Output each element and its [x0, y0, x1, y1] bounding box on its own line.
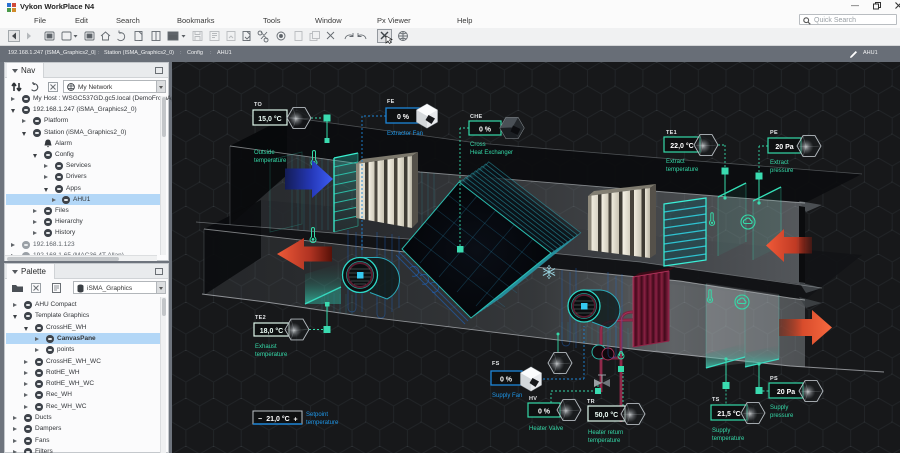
svg-text:21,0 °C: 21,0 °C [266, 415, 289, 423]
svg-text:PS: PS [770, 376, 778, 382]
svg-text:temperature: temperature [588, 438, 621, 444]
svg-text:temperature: temperature [712, 436, 745, 442]
svg-text:15,0 °C: 15,0 °C [258, 115, 281, 123]
svg-text:PE: PE [770, 130, 778, 136]
svg-text:Heater return: Heater return [588, 430, 623, 436]
svg-text:Supply: Supply [770, 405, 788, 411]
svg-text:Outside: Outside [254, 150, 275, 156]
svg-text:Extractor Fan: Extractor Fan [387, 131, 423, 137]
svg-text:TE1: TE1 [666, 130, 677, 136]
svg-text:Cross: Cross [470, 142, 486, 148]
svg-text:22,0 °C: 22,0 °C [670, 142, 693, 150]
svg-text:20 Pa: 20 Pa [777, 389, 795, 396]
svg-text:temperature: temperature [254, 158, 287, 164]
svg-text:Heat Exchanger: Heat Exchanger [470, 150, 513, 156]
svg-text:Supply: Supply [712, 428, 730, 434]
svg-text:50,0 °C: 50,0 °C [595, 411, 618, 419]
svg-text:FE: FE [387, 99, 395, 105]
svg-text:+: + [293, 417, 297, 424]
svg-text:21,5 °C: 21,5 °C [717, 410, 740, 418]
svg-text:TE2: TE2 [255, 315, 266, 321]
svg-text:−: − [258, 416, 262, 423]
svg-text:20 Pa: 20 Pa [775, 144, 793, 151]
svg-text:pressure: pressure [770, 413, 794, 419]
svg-text:0 %: 0 % [397, 114, 410, 121]
svg-text:temperature: temperature [255, 352, 288, 358]
svg-text:Exhaust: Exhaust [255, 344, 277, 350]
svg-text:temperature: temperature [666, 167, 699, 173]
svg-text:TR: TR [587, 399, 595, 405]
svg-text:CHE: CHE [470, 114, 483, 120]
svg-text:0 %: 0 % [500, 377, 513, 384]
svg-text:Heater Valve: Heater Valve [529, 426, 564, 432]
svg-text:Extract: Extract [666, 159, 685, 165]
svg-text:TO: TO [254, 102, 263, 108]
svg-text:HV: HV [529, 396, 537, 402]
svg-text:TS: TS [712, 397, 720, 403]
svg-text:Extract: Extract [770, 160, 789, 166]
svg-text:0 %: 0 % [479, 127, 492, 134]
svg-text:18,0 °C: 18,0 °C [260, 327, 283, 335]
svg-text:FS: FS [492, 361, 500, 367]
svg-text:Setpoint: Setpoint [306, 412, 328, 418]
svg-text:0 %: 0 % [538, 409, 551, 416]
svg-text:Supply Fan: Supply Fan [492, 393, 522, 399]
svg-text:pressure: pressure [770, 168, 794, 174]
svg-text:temperature: temperature [306, 420, 339, 426]
